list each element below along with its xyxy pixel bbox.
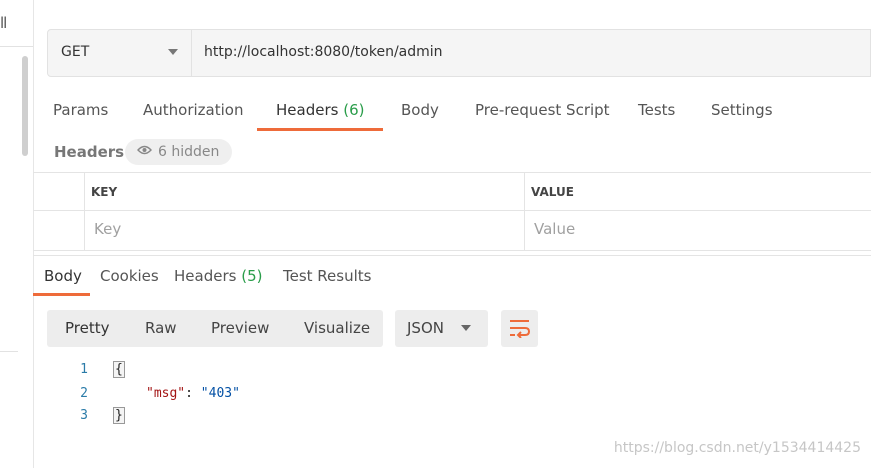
method-select[interactable]: GET: [48, 30, 192, 76]
format-label: JSON: [407, 319, 444, 337]
chevron-down-icon: [461, 325, 471, 331]
tab-tests[interactable]: Tests: [638, 101, 675, 119]
sidebar-scrollbar[interactable]: [22, 56, 28, 156]
active-tab-indicator: [257, 128, 383, 131]
line-number: 1: [80, 362, 88, 377]
tab-headers-count: (6): [343, 101, 365, 119]
headers-table: KEY VALUE Key Value: [33, 172, 871, 251]
json-colon: :: [185, 386, 201, 401]
tab-authorization[interactable]: Authorization: [143, 101, 243, 119]
view-raw-button[interactable]: Raw: [145, 319, 177, 337]
hidden-headers-toggle[interactable]: 6 hidden: [125, 138, 233, 165]
value-column-header: VALUE: [531, 185, 574, 199]
tab-headers-label: Headers: [276, 101, 339, 119]
column-divider: [84, 173, 85, 250]
response-tab-cookies[interactable]: Cookies: [100, 267, 159, 285]
active-response-tab-indicator: [33, 293, 90, 296]
tab-params[interactable]: Params: [53, 101, 108, 119]
response-tab-body[interactable]: Body: [44, 267, 82, 285]
value-input[interactable]: Value: [534, 220, 575, 238]
open-brace: {: [113, 361, 125, 378]
chevron-down-icon: [168, 49, 178, 55]
key-input[interactable]: Key: [94, 220, 121, 238]
line-number: 3: [80, 408, 88, 423]
sidebar-strip: ll: [0, 0, 34, 468]
json-key: "msg": [146, 386, 186, 401]
code-line-1[interactable]: {: [113, 361, 125, 378]
response-tab-headers[interactable]: Headers (5): [174, 267, 262, 285]
tab-pre-request-script[interactable]: Pre-request Script: [475, 101, 610, 119]
table-header-row: [33, 173, 871, 211]
response-tab-test-results[interactable]: Test Results: [283, 267, 371, 285]
method-label: GET: [61, 44, 90, 60]
watermark: https://blog.csdn.net/y1534414425: [613, 440, 861, 456]
key-column-header: KEY: [91, 185, 118, 199]
request-bar: GET http://localhost:8080/token/admin: [47, 29, 871, 77]
tab-settings[interactable]: Settings: [711, 101, 773, 119]
sidebar-divider-bottom: [0, 351, 18, 352]
code-line-3[interactable]: }: [113, 407, 125, 424]
hidden-badge-label: 6 hidden: [158, 144, 220, 160]
url-input[interactable]: http://localhost:8080/token/admin: [204, 44, 443, 60]
code-line-2[interactable]: "msg": "403": [146, 386, 240, 401]
sidebar-glyph: ll: [0, 14, 7, 32]
response-divider: [33, 255, 871, 256]
line-number: 2: [80, 386, 88, 401]
wrap-lines-button[interactable]: [501, 310, 538, 347]
close-brace: }: [113, 407, 125, 424]
view-preview-button[interactable]: Preview: [211, 319, 269, 337]
view-pretty-button[interactable]: Pretty: [65, 319, 110, 337]
view-mode-group: Pretty Raw Preview Visualize: [47, 310, 383, 347]
tab-body[interactable]: Body: [401, 101, 439, 119]
headers-section-title: Headers: [54, 143, 125, 161]
format-select[interactable]: JSON: [395, 310, 488, 347]
column-divider: [524, 173, 525, 250]
json-value: "403": [200, 386, 240, 401]
response-tab-headers-count: (5): [241, 267, 263, 285]
tab-headers[interactable]: Headers (6): [276, 101, 364, 119]
response-tab-headers-label: Headers: [174, 267, 237, 285]
sidebar-divider: [0, 46, 33, 47]
eye-icon: [137, 138, 152, 164]
view-visualize-button[interactable]: Visualize: [304, 319, 370, 337]
